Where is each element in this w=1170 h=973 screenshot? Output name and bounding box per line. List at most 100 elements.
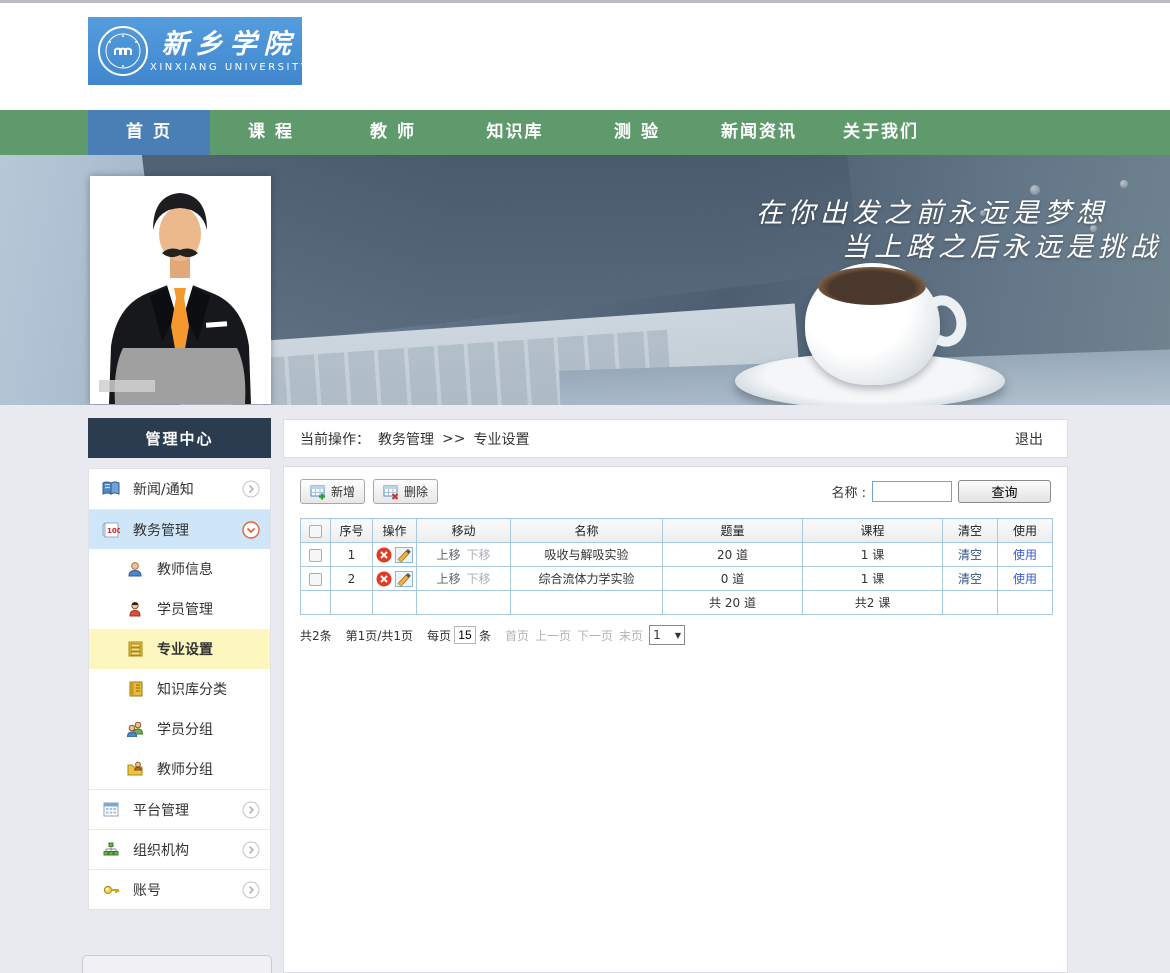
add-table-icon: [310, 484, 326, 500]
row-name: 综合流体力学实验: [511, 567, 663, 591]
doc-100-icon: 100: [101, 521, 121, 539]
banner-slogan-line2: 当上路之后永远是挑战: [842, 225, 1162, 264]
next-page-link[interactable]: 下一页: [577, 627, 613, 644]
sidebar-item-knowledge-categories[interactable]: 知识库分类: [89, 669, 270, 709]
add-button[interactable]: 新增: [300, 479, 365, 504]
majors-table: 序号 操作 移动 名称 题量 课程 清空 使用 1: [300, 518, 1053, 615]
university-logo[interactable]: 新乡学院 XINXIANG UNIVERSITY: [88, 17, 302, 85]
col-header-questions: 题量: [663, 519, 803, 543]
sidebar-item-news[interactable]: 新闻/通知: [89, 469, 270, 509]
delete-row-icon[interactable]: [376, 547, 392, 563]
col-header-actions: 操作: [373, 519, 417, 543]
prev-page-link[interactable]: 上一页: [535, 627, 571, 644]
major-icon: [125, 640, 145, 658]
logo-title-en: XINXIANG UNIVERSITY: [150, 62, 309, 73]
svg-text:100: 100: [107, 527, 120, 535]
sidebar-item-organization[interactable]: 组织机构: [89, 829, 270, 869]
col-header-clear: 清空: [943, 519, 998, 543]
search-input[interactable]: [872, 481, 952, 502]
col-header-move: 移动: [417, 519, 511, 543]
sidebar-item-account[interactable]: 账号: [89, 869, 270, 909]
add-button-label: 新增: [331, 483, 355, 500]
sidebar-menu: 新闻/通知 100 教务管理 教师信息 学员管理 专业设置: [88, 468, 271, 910]
sidebar-item-major-settings[interactable]: 专业设置: [89, 629, 270, 669]
nav-tab-courses[interactable]: 课 程: [210, 110, 332, 155]
chevron-right-icon: [242, 881, 260, 899]
move-up-link[interactable]: 上移: [436, 548, 460, 562]
chevron-right-icon: [242, 480, 260, 498]
university-seal-icon: [96, 24, 150, 78]
nav-tab-teachers[interactable]: 教 师: [332, 110, 454, 155]
sidebar-item-label: 知识库分类: [157, 679, 260, 699]
sidebar-item-label: 平台管理: [133, 800, 242, 820]
use-link[interactable]: 使用: [1013, 572, 1037, 586]
select-all-checkbox[interactable]: [309, 525, 322, 538]
row-checkbox[interactable]: [309, 549, 322, 562]
nav-tab-home[interactable]: 首 页: [88, 110, 210, 155]
per-page-input[interactable]: [454, 626, 476, 644]
query-button[interactable]: 查询: [958, 480, 1051, 503]
teacher-icon: [125, 560, 145, 578]
row-checkbox[interactable]: [309, 573, 322, 586]
student-icon: [125, 600, 145, 618]
delete-table-icon: [383, 484, 399, 500]
sidebar-item-teacher-info[interactable]: 教师信息: [89, 549, 270, 589]
sidebar-item-student-groups[interactable]: 学员分组: [89, 709, 270, 749]
sidebar-item-label: 教师分组: [157, 759, 260, 779]
row-seq: 2: [331, 567, 373, 591]
select-arrow-icon: ▼: [675, 631, 681, 640]
use-link[interactable]: 使用: [1013, 548, 1037, 562]
main-content-panel: 新增 删除 名称 : 查询 序号 操作 移动 名称 题量 课程 清空: [283, 466, 1068, 973]
edit-row-icon[interactable]: [395, 571, 413, 587]
sidebar-item-label: 组织机构: [133, 840, 242, 860]
student-group-icon: [125, 720, 145, 738]
row-questions: 20 道: [663, 543, 803, 567]
sidebar-item-label: 教务管理: [133, 520, 242, 540]
page-select[interactable]: 1 ▼: [649, 625, 685, 645]
sidebar-item-teacher-groups[interactable]: 教师分组: [89, 749, 270, 789]
nav-tab-tests[interactable]: 测 验: [576, 110, 698, 155]
clear-link[interactable]: 清空: [958, 572, 982, 586]
row-courses: 1 课: [803, 567, 943, 591]
nav-tab-news[interactable]: 新闻资讯: [698, 110, 820, 155]
logout-link[interactable]: 退出: [1015, 429, 1043, 449]
move-down-link[interactable]: 下移: [467, 548, 491, 562]
chevron-down-icon: [242, 521, 260, 539]
breadcrumb-prefix: 当前操作：: [300, 429, 370, 449]
first-page-link[interactable]: 首页: [505, 627, 529, 644]
table-toolbar: 新增 删除 名称 : 查询: [284, 467, 1067, 514]
edit-row-icon[interactable]: [395, 547, 413, 563]
banner-coffee-surface: [818, 267, 926, 305]
sidebar-item-student-management[interactable]: 学员管理: [89, 589, 270, 629]
move-down-link[interactable]: 下移: [467, 572, 491, 586]
page-select-value: 1: [653, 628, 661, 642]
sidebar-item-academic-management[interactable]: 100 教务管理: [89, 509, 270, 549]
logo-title-cn: 新乡学院: [150, 30, 309, 60]
nav-tab-knowledge[interactable]: 知识库: [454, 110, 576, 155]
per-page-suffix: 条: [479, 627, 491, 644]
table-summary-row: 共 20 道 共2 课: [301, 591, 1053, 615]
breadcrumb-section: 教务管理: [378, 429, 434, 449]
delete-button[interactable]: 删除: [373, 479, 438, 504]
main-nav: 首 页 课 程 教 师 知识库 测 验 新闻资讯 关于我们: [0, 110, 1170, 155]
sidebar-item-label: 专业设置: [157, 639, 260, 659]
sidebar-footer-panel: [82, 955, 272, 973]
summary-courses: 共2 课: [803, 591, 943, 615]
table-header-row: 序号 操作 移动 名称 题量 课程 清空 使用: [301, 519, 1053, 543]
move-up-link[interactable]: 上移: [436, 572, 460, 586]
sidebar-item-label: 新闻/通知: [133, 479, 242, 499]
delete-row-icon[interactable]: [376, 571, 392, 587]
pagination-page-info: 第1页/共1页: [346, 627, 413, 644]
search-area: 名称 : 查询: [831, 480, 1051, 503]
breadcrumb: 当前操作： 教务管理 >> 专业设置 退出: [283, 419, 1068, 458]
row-courses: 1 课: [803, 543, 943, 567]
sidebar-item-label: 学员分组: [157, 719, 260, 739]
user-avatar: [90, 176, 271, 404]
teacher-group-icon: [125, 760, 145, 778]
summary-questions: 共 20 道: [663, 591, 803, 615]
book-icon: [101, 480, 121, 498]
sidebar-item-platform-management[interactable]: 平台管理: [89, 789, 270, 829]
nav-tab-about[interactable]: 关于我们: [820, 110, 942, 155]
last-page-link[interactable]: 末页: [619, 627, 643, 644]
clear-link[interactable]: 清空: [958, 548, 982, 562]
